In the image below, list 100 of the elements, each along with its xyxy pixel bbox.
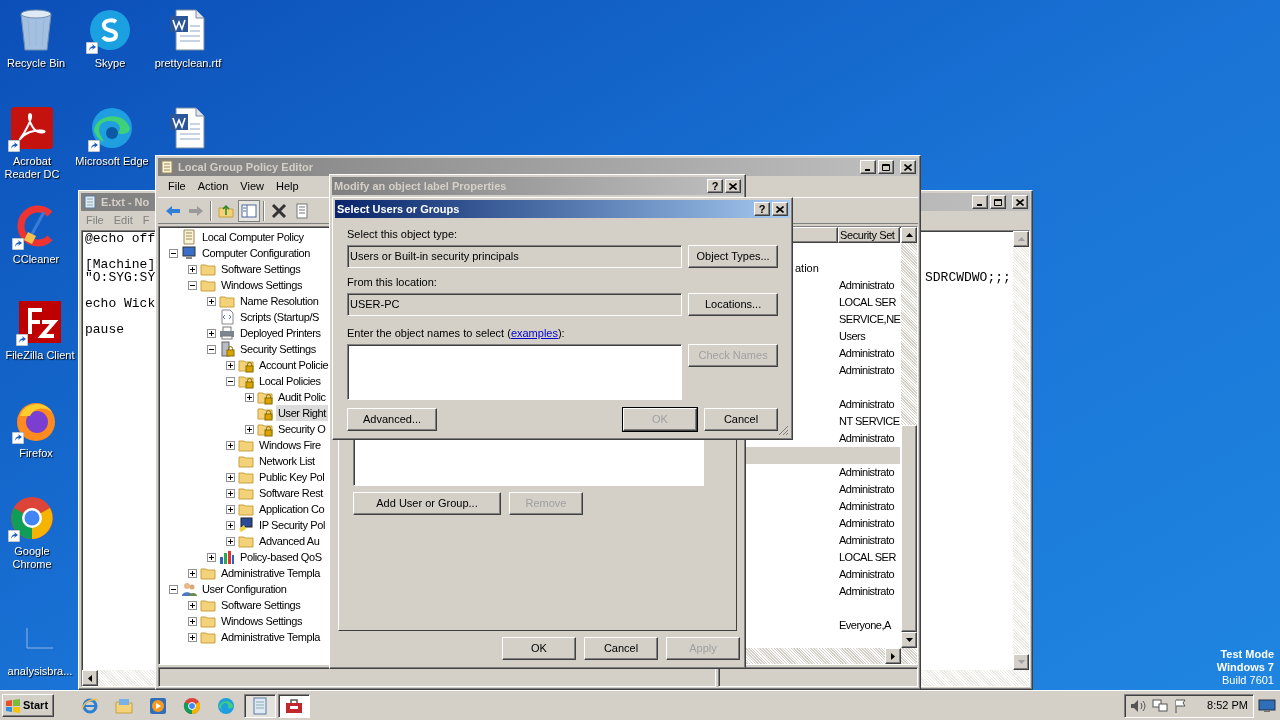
expand-toggle[interactable] [225,360,235,370]
tree-item[interactable]: Audit Polic [276,389,328,405]
list-row[interactable]: Administrato [745,566,900,583]
desktop-shortcut[interactable]: Skype [74,6,146,70]
dialog-button[interactable]: Cancel [704,408,778,431]
menu-item[interactable]: Action [191,178,235,195]
expand-toggle[interactable] [225,376,235,386]
help-button[interactable]: ? [754,202,770,216]
close-button[interactable] [772,202,788,216]
scrollbar[interactable] [901,227,917,664]
start-button[interactable]: Start [2,694,54,717]
close-button[interactable] [1012,195,1028,209]
tree-item[interactable]: Advanced Au [257,533,322,549]
tree-item[interactable]: Deployed Printers [238,325,323,341]
tree-item[interactable]: Network List [257,453,317,469]
tree-item[interactable]: Account Policie [257,357,331,373]
list-row[interactable]: Administrato [745,532,900,549]
tree-item[interactable]: Local Computer Policy [200,229,306,245]
tree-item[interactable]: Administrative Templa [219,565,322,581]
tree-item[interactable]: Windows Settings [219,277,305,293]
min-button[interactable] [860,160,876,174]
desktop-shortcut[interactable]: CCleaner [0,202,72,266]
tree-item[interactable]: Security Settings [238,341,318,357]
tree-item[interactable]: Windows Settings [219,613,305,629]
tree-item[interactable]: Software Settings [219,261,303,277]
list-row[interactable]: LOCAL SER [745,549,900,566]
list-row[interactable]: Administrato [745,498,900,515]
desktop-shortcut[interactable]: prettyclean.rtf [148,6,228,70]
dialog-button[interactable]: Cancel [584,637,658,660]
expand-toggle[interactable] [225,520,235,530]
tree-item[interactable]: Application Co [257,501,327,517]
expand-toggle[interactable] [225,504,235,514]
expand-toggle[interactable] [187,616,197,626]
expand-toggle[interactable] [225,440,235,450]
desktop-shortcut[interactable]: Google Chrome [0,494,64,571]
dialog-button[interactable]: Advanced... [347,408,437,431]
expand-toggle[interactable] [206,344,216,354]
tree-item[interactable]: User Right [276,405,328,421]
expand-toggle[interactable] [187,280,197,290]
scrollbar[interactable] [1013,231,1029,670]
scroll-down-button[interactable] [901,632,917,648]
expand-toggle[interactable] [187,568,197,578]
expand-toggle[interactable] [168,584,178,594]
tree-item[interactable]: Administrative Templa [219,629,322,645]
expand-toggle[interactable] [225,472,235,482]
menu-item[interactable]: File [162,178,192,195]
list-row[interactable]: Administrato [745,515,900,532]
tree-item[interactable]: Software Rest [257,485,325,501]
max-button[interactable] [878,160,894,174]
expand-toggle[interactable] [225,488,235,498]
scroll-down-button[interactable] [1013,654,1029,670]
tree-item[interactable]: Public Key Pol [257,469,327,485]
scroll-left-button[interactable] [82,670,98,686]
desktop-shortcut[interactable]: Recycle Bin [0,6,72,70]
list-row[interactable]: Administrato [745,583,900,600]
dialog-button[interactable]: Locations... [688,293,778,316]
clock[interactable]: 8:52 PM [1207,697,1248,714]
tree-pane-icon[interactable] [238,199,260,222]
tree-item[interactable]: Policy-based QoS [238,549,324,565]
object-names-field[interactable] [347,344,683,400]
expand-toggle[interactable] [168,248,178,258]
scroll-thumb[interactable] [901,425,917,632]
min-button[interactable] [972,195,988,209]
taskbar-button[interactable] [278,693,310,718]
close-button[interactable] [900,160,916,174]
tree-item[interactable]: Software Settings [219,597,303,613]
expand-toggle[interactable] [187,600,197,610]
scroll-up-button[interactable] [1013,231,1029,247]
desktop-shortcut[interactable]: Firefox [0,396,72,460]
tree-item[interactable]: IP Security Pol [257,517,327,533]
menu-item[interactable]: View [234,178,270,195]
expand-toggle[interactable] [206,328,216,338]
max-button[interactable] [990,195,1006,209]
list-row[interactable]: Everyone,A [745,617,900,634]
help-button[interactable]: ? [707,179,723,193]
desktop-shortcut[interactable]: analysisbra... [0,614,80,678]
column-header[interactable]: Security Set [838,227,900,243]
expand-toggle[interactable] [244,392,254,402]
menu-item[interactable]: Help [269,178,305,195]
tree-item[interactable]: Windows Fire [257,437,323,453]
tree-item[interactable]: User Configuration [200,581,289,597]
desktop-shortcut[interactable]: Acrobat Reader DC [0,104,64,181]
dialog-button[interactable]: Object Types... [688,245,778,268]
list-row[interactable]: Administrato [745,464,900,481]
taskbar-button[interactable] [244,693,276,718]
desktop-shortcut[interactable]: Microsoft Edge [72,104,152,168]
expand-toggle[interactable] [187,264,197,274]
tree-item[interactable]: Name Resolution [238,293,321,309]
scroll-right-button[interactable] [885,648,901,664]
tree-item[interactable]: Local Policies [257,373,323,389]
tree-item[interactable]: Scripts (Startup/S [238,309,321,325]
scroll-up-button[interactable] [901,227,917,243]
tree-item[interactable]: Computer Configuration [200,245,312,261]
expand-toggle[interactable] [187,632,197,642]
list-row[interactable]: Administrato [745,481,900,498]
close-button[interactable] [725,179,741,193]
tree-item[interactable]: Security O [276,421,328,437]
dialog-button[interactable]: OK [502,637,576,660]
dialog-button[interactable]: Add User or Group... [353,492,501,515]
expand-toggle[interactable] [225,536,235,546]
